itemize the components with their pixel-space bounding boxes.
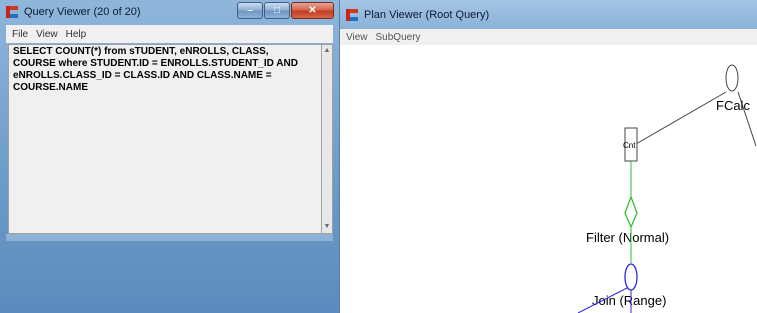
menu-file[interactable]: File: [12, 29, 28, 40]
scroll-down-icon[interactable]: ▼: [323, 222, 331, 232]
maximize-button[interactable]: □: [264, 2, 290, 19]
plan-viewer-titlebar[interactable]: Plan Viewer (Root Query): [340, 0, 757, 29]
menu-view[interactable]: View: [346, 32, 368, 43]
edge-fcalc-cnt: [635, 91, 727, 145]
cnt-label: Cnt: [623, 141, 636, 150]
filter-label: Filter (Normal): [586, 230, 669, 245]
menu-help[interactable]: Help: [66, 29, 87, 40]
query-text-area[interactable]: SELECT COUNT(*) from sTUDENT, eNROLLS, C…: [8, 44, 322, 234]
plan-graph-canvas[interactable]: FCalc Cnt Filter (Normal) Join (Range): [340, 45, 757, 313]
filter-node[interactable]: [624, 195, 638, 229]
close-button[interactable]: ✕: [291, 2, 334, 19]
app-logo-icon: [346, 8, 358, 21]
fcalc-label: FCalc: [716, 98, 750, 113]
join-node[interactable]: [624, 263, 638, 291]
query-viewer-titlebar[interactable]: Query Viewer (20 of 20) – □ ✕: [0, 0, 340, 24]
plan-viewer-title: Plan Viewer (Root Query): [364, 8, 490, 21]
menu-subquery[interactable]: SubQuery: [376, 32, 421, 43]
minimize-button[interactable]: –: [237, 2, 263, 19]
query-viewer-window: Query Viewer (20 of 20) – □ ✕ File View …: [0, 0, 340, 313]
plan-viewer-window: Plan Viewer (Root Query) View SubQuery F…: [340, 0, 757, 313]
menu-view[interactable]: View: [36, 29, 58, 40]
fcalc-node[interactable]: [725, 64, 739, 92]
plan-viewer-menubar: View SubQuery: [340, 29, 757, 45]
scroll-up-icon[interactable]: ▲: [323, 46, 331, 56]
query-viewer-menubar: File View Help: [6, 25, 333, 43]
query-text-scrollbar[interactable]: ▲ ▼: [322, 44, 333, 234]
query-viewer-title: Query Viewer (20 of 20): [24, 6, 141, 18]
window-bottom-border: [6, 234, 333, 241]
app-logo-icon: [6, 6, 18, 18]
